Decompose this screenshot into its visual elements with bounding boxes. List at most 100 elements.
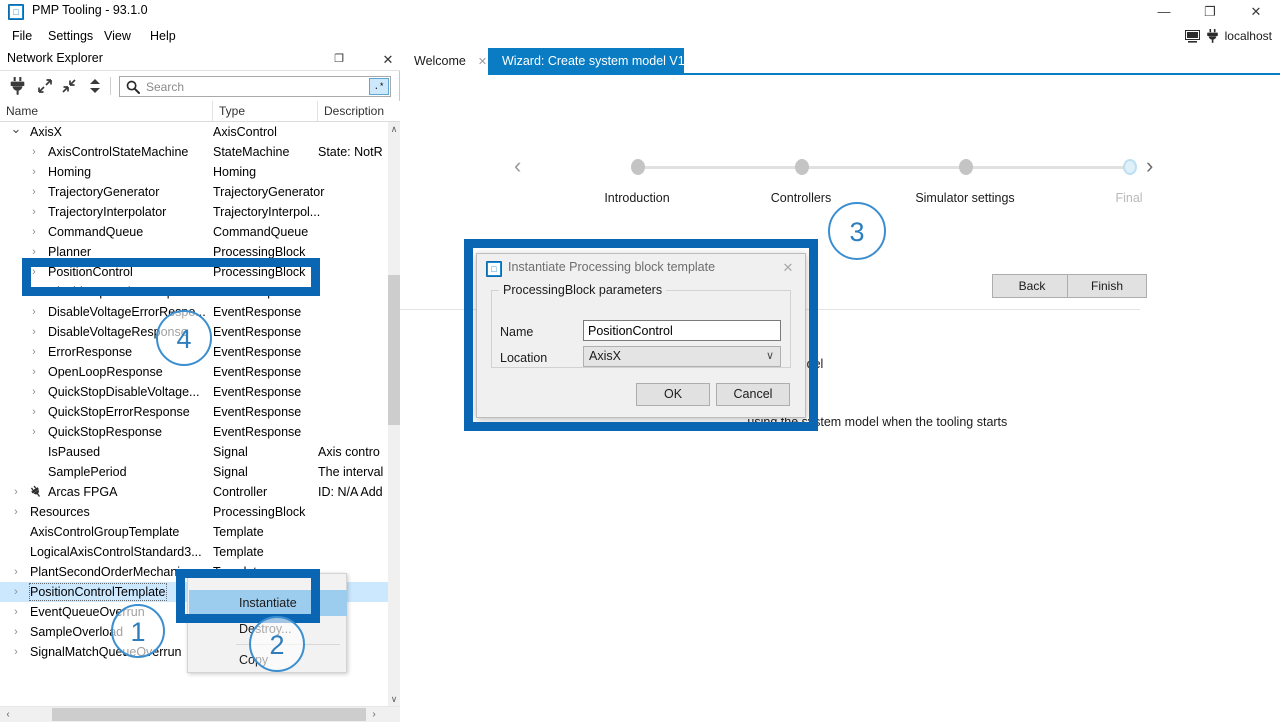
dialog-title: Instantiate Processing block template <box>508 260 716 274</box>
connect-plug-icon[interactable] <box>6 75 28 97</box>
tree-row-description: State: NotR <box>318 145 383 159</box>
tree-row[interactable]: › ErrorResponse EventResponse <box>0 342 388 362</box>
chevron-right-icon[interactable]: › <box>10 506 22 518</box>
context-menu-item-destroy[interactable]: Destroy... <box>189 616 347 642</box>
cancel-button[interactable]: Cancel <box>716 383 790 406</box>
tree-row[interactable]: › DisableOperationResponse EventResponse <box>0 282 388 302</box>
tree-row[interactable]: › QuickStopErrorResponse EventResponse <box>0 402 388 422</box>
tab-wizard-close-icon[interactable]: ✕ <box>697 56 706 68</box>
expand-arrows-icon[interactable] <box>34 75 56 97</box>
tab-welcome-close-icon[interactable]: ✕ <box>478 56 487 68</box>
chevron-right-icon[interactable]: › <box>28 206 40 218</box>
context-menu-item-instantiate[interactable]: Instantiate <box>189 590 347 616</box>
float-panel-icon[interactable]: ❐ <box>330 51 348 68</box>
tree-row[interactable]: SamplePeriod Signal The interval <box>0 462 388 482</box>
finish-button[interactable]: Finish <box>1067 274 1147 298</box>
chevron-right-icon[interactable]: › <box>28 386 40 398</box>
app-icon: □ <box>486 261 502 277</box>
chevron-right-icon[interactable]: › <box>28 266 40 278</box>
chevron-right-icon[interactable]: › <box>28 246 40 258</box>
ok-button[interactable]: OK <box>636 383 710 406</box>
tree-row[interactable]: › Resources ProcessingBlock <box>0 502 388 522</box>
tree-row[interactable]: AxisControlGroupTemplate Template <box>0 522 388 542</box>
tree-row[interactable]: › DisableVoltageResponse EventResponse <box>0 322 388 342</box>
scroll-down-arrow[interactable]: ∨ <box>388 692 400 706</box>
chevron-right-icon[interactable]: › <box>28 406 40 418</box>
fpga-plug-icon <box>30 485 44 499</box>
minimize-button[interactable]: — <box>1141 0 1187 24</box>
regex-toggle-button[interactable]: .* <box>369 78 389 95</box>
dialog-close-icon[interactable]: ✕ <box>777 259 799 277</box>
name-field-label: Name <box>500 325 534 339</box>
tree-row-type: Signal <box>213 445 248 459</box>
scroll-thumb-vertical[interactable] <box>388 275 400 425</box>
tree-row[interactable]: ⌄ AxisX AxisControl <box>0 122 388 142</box>
collapse-arrows-icon[interactable] <box>58 75 80 97</box>
stepper-next-arrow[interactable]: › <box>1146 155 1153 177</box>
close-button[interactable]: ✕ <box>1233 0 1279 24</box>
scroll-right-arrow[interactable]: › <box>366 707 382 722</box>
column-header-description[interactable]: Description <box>318 101 388 121</box>
column-header-type[interactable]: Type <box>213 101 318 121</box>
tree-horizontal-scrollbar[interactable]: ‹ › <box>0 706 400 722</box>
chevron-right-icon[interactable]: › <box>28 326 40 338</box>
tree-row[interactable]: › DisableVoltageErrorRespo... EventRespons… <box>0 302 388 322</box>
name-input[interactable] <box>583 320 781 341</box>
tree-row-name: Resources <box>30 505 90 519</box>
tree-row-name: OpenLoopResponse <box>48 365 163 379</box>
chevron-right-icon[interactable]: › <box>28 426 40 438</box>
scroll-thumb-horizontal[interactable] <box>52 708 366 721</box>
chevron-right-icon[interactable]: › <box>28 366 40 378</box>
tree-row[interactable]: › CommandQueue CommandQueue <box>0 222 388 242</box>
tree-row[interactable]: › Homing Homing <box>0 162 388 182</box>
chevron-down-icon[interactable]: ⌄ <box>10 122 22 135</box>
tree-row[interactable]: › OpenLoopResponse EventResponse <box>0 362 388 382</box>
explorer-toolbar: .* <box>0 71 400 101</box>
close-panel-icon[interactable]: ✕ <box>379 51 397 68</box>
scroll-up-arrow[interactable]: ∧ <box>388 122 400 136</box>
tree-row-name: DisableVoltageResponse <box>48 325 188 339</box>
scroll-left-arrow[interactable]: ‹ <box>0 707 16 722</box>
tree-row[interactable]: › QuickStopDisableVoltage... EventResponse <box>0 382 388 402</box>
tree-row[interactable]: › AxisControlStateMachine StateMachine Stat… <box>0 142 388 162</box>
context-menu-item-copy[interactable]: Copy <box>189 647 347 673</box>
chevron-right-icon[interactable]: › <box>10 486 22 498</box>
menu-item-settings[interactable]: Settings <box>40 24 101 48</box>
menu-item-help[interactable]: Help <box>142 24 184 48</box>
chevron-right-icon[interactable]: › <box>28 346 40 358</box>
tree-row[interactable]: › TrajectoryInterpolator TrajectoryInterpo… <box>0 202 388 222</box>
menu-item-view[interactable]: View <box>96 24 139 48</box>
tree-row[interactable]: › TrajectoryGenerator TrajectoryGenerator <box>0 182 388 202</box>
maximize-button[interactable]: ❐ <box>1187 0 1233 24</box>
chevron-right-icon[interactable]: › <box>10 626 22 638</box>
chevron-right-icon[interactable]: › <box>28 146 40 158</box>
chevron-right-icon[interactable]: › <box>28 306 40 318</box>
stepper-track <box>638 166 1128 169</box>
tree-row[interactable]: IsPaused Signal Axis contro <box>0 442 388 462</box>
chevron-right-icon[interactable]: › <box>28 226 40 238</box>
tree-vertical-scrollbar[interactable]: ∧ ∨ <box>388 122 400 706</box>
column-header-name[interactable]: Name <box>0 101 213 121</box>
back-button[interactable]: Back <box>992 274 1072 298</box>
chevron-right-icon[interactable]: › <box>28 186 40 198</box>
chevron-right-icon[interactable]: › <box>10 646 22 658</box>
tab-welcome[interactable]: Welcome ✕ <box>400 48 488 75</box>
explorer-title: Network Explorer <box>7 51 103 65</box>
search-input[interactable] <box>144 77 364 96</box>
tree-row[interactable]: LogicalAxisControlStandard3... Template <box>0 542 388 562</box>
search-box[interactable]: .* <box>119 76 391 97</box>
tab-wizard[interactable]: Wizard: Create system model V1 ✕ <box>488 48 706 75</box>
tree-context-menu[interactable]: Instantiate Destroy... Copy <box>187 573 347 673</box>
sort-updown-icon[interactable] <box>84 75 106 97</box>
tree-row[interactable]: › QuickStopResponse EventResponse <box>0 422 388 442</box>
tree-row[interactable]: › Planner ProcessingBlock <box>0 242 388 262</box>
chevron-right-icon[interactable]: › <box>10 566 22 578</box>
chevron-right-icon[interactable]: › <box>28 286 40 298</box>
tree-row[interactable]: › PositionControl ProcessingBlock <box>0 262 388 282</box>
chevron-right-icon[interactable]: › <box>28 166 40 178</box>
tree-row[interactable]: › Arcas FPGA Controller ID: N/A Add <box>0 482 388 502</box>
location-select[interactable]: AxisX ∨ <box>583 346 781 367</box>
chevron-right-icon[interactable]: › <box>10 606 22 618</box>
chevron-right-icon[interactable]: › <box>10 586 22 598</box>
menu-item-file[interactable]: File <box>4 24 40 48</box>
